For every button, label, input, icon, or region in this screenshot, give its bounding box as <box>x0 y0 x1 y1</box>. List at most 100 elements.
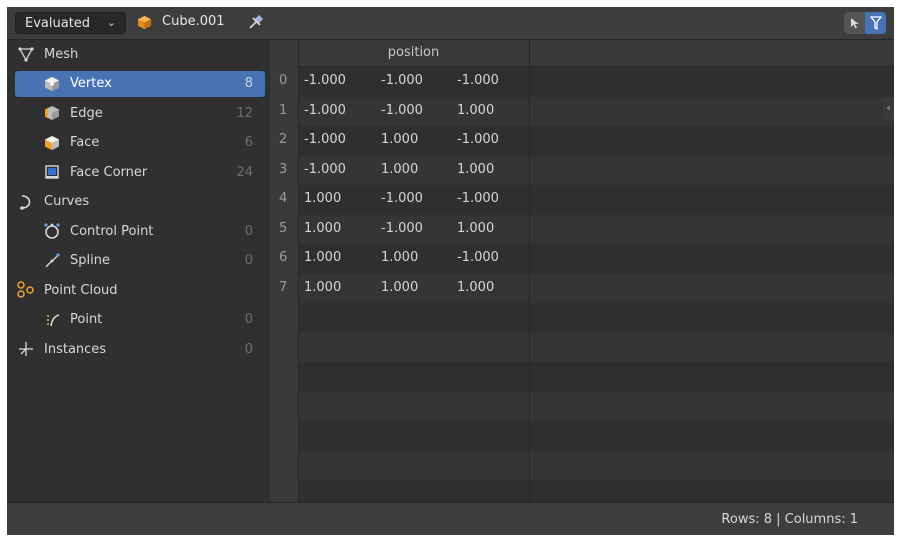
sidebar-item-count: 6 <box>244 135 253 150</box>
table-cell: 1.000 <box>304 250 342 265</box>
sidebar-item-count: 0 <box>244 341 253 357</box>
sidebar-item-face[interactable]: Face 6 <box>15 130 265 156</box>
row-index: 3 <box>279 161 288 177</box>
edge-icon <box>43 104 61 122</box>
sidebar-item-label: Point Cloud <box>44 282 118 298</box>
table-cell: -1.000 <box>304 73 346 88</box>
sidebar-collapse-tab[interactable]: ‹ <box>883 98 894 120</box>
table-cell: 1.000 <box>381 161 419 177</box>
filter-toggle[interactable] <box>865 12 886 34</box>
editor-header: Evaluated ⌄ Cube.001 <box>7 7 894 40</box>
table-row <box>298 362 894 392</box>
sidebar-item-label: Instances <box>44 341 107 357</box>
table-cell: -1.000 <box>304 132 346 147</box>
control-point-icon <box>43 222 61 240</box>
sidebar-item-control-point[interactable]: Control Point 0 <box>15 218 265 244</box>
sidebar-item-label: Edge <box>70 105 103 121</box>
table-cell: -1.000 <box>457 73 499 88</box>
sidebar-item-face-corner[interactable]: Face Corner 24 <box>15 159 265 185</box>
table-cell: 1.000 <box>381 250 419 265</box>
sidebar-item-label: Spline <box>70 253 110 268</box>
sidebar-item-curves[interactable]: Curves <box>11 189 265 215</box>
sidebar-item-count: 8 <box>244 76 253 91</box>
table-cell: -1.000 <box>381 73 423 88</box>
table-cell: -1.000 <box>304 102 346 118</box>
column-divider <box>529 40 530 502</box>
dataset-sidebar: Mesh Vertex 8 Edge 12 Face 6 Face Corner 24 Curve… <box>7 40 269 502</box>
chevron-down-icon: ⌄ <box>106 16 116 29</box>
table-cell: 1.000 <box>457 220 495 236</box>
row-index: 5 <box>279 220 288 236</box>
table-cell: 1.000 <box>457 279 495 295</box>
column-header-position[interactable]: position <box>298 45 529 60</box>
evaluation-mode-dropdown[interactable]: Evaluated ⌄ <box>15 12 126 34</box>
table-row <box>298 421 894 451</box>
table-row <box>298 391 894 421</box>
sidebar-item-point-cloud[interactable]: Point Cloud <box>11 277 265 303</box>
sidebar-item-label: Vertex <box>70 76 112 91</box>
row-index: 6 <box>279 250 288 265</box>
table-cell: -1.000 <box>381 220 423 236</box>
row-index: 0 <box>279 73 288 88</box>
table-cell: -1.000 <box>381 191 423 206</box>
row-index: 7 <box>279 279 288 295</box>
rows-columns-status: Rows: 8 | Columns: 1 <box>721 512 858 527</box>
cube-object-icon <box>137 15 152 30</box>
spreadsheet-table: position 0 -1.000 -1.000 -1.000 1 -1.000 -1.00… <box>270 40 894 510</box>
sidebar-item-label: Face <box>70 135 100 150</box>
face-icon <box>43 134 61 152</box>
funnel-filter-icon <box>869 16 882 30</box>
sidebar-item-vertex[interactable]: Vertex 8 <box>15 70 265 97</box>
table-cell: 1.000 <box>381 279 419 295</box>
column-header-row: position <box>298 40 894 67</box>
sidebar-item-count: 12 <box>236 105 253 121</box>
table-cell: 1.000 <box>457 161 495 177</box>
cursor-icon <box>850 18 858 29</box>
sidebar-item-instances[interactable]: Instances 0 <box>11 336 265 362</box>
mesh-icon <box>17 45 35 63</box>
table-cell: -1.000 <box>457 250 499 265</box>
row-index: 1 <box>279 102 288 118</box>
pin-icon[interactable] <box>247 13 265 31</box>
table-cell: 1.000 <box>304 220 342 236</box>
header-toggle-group <box>844 12 886 34</box>
table-cell: 1.000 <box>457 102 495 118</box>
sidebar-item-point[interactable]: Point 0 <box>15 307 265 333</box>
table-row <box>298 303 894 333</box>
row-index: 4 <box>279 191 288 206</box>
sidebar-item-count: 24 <box>236 164 253 180</box>
sidebar-item-label: Control Point <box>70 223 154 239</box>
table-cell: 1.000 <box>304 279 342 295</box>
selected-only-toggle[interactable] <box>844 12 865 34</box>
sidebar-item-label: Curves <box>44 194 90 209</box>
index-divider <box>298 40 299 502</box>
row-index: 2 <box>279 132 288 147</box>
evaluation-mode-label: Evaluated <box>25 15 91 31</box>
table-cell: 1.000 <box>381 132 419 147</box>
table-cell: -1.000 <box>457 132 499 147</box>
sidebar-item-spline[interactable]: Spline 0 <box>15 248 265 274</box>
point-icon <box>43 311 61 329</box>
sidebar-item-count: 0 <box>244 223 253 239</box>
sidebar-item-count: 0 <box>244 312 253 327</box>
object-name: Cube.001 <box>162 14 225 29</box>
table-cell: -1.000 <box>457 191 499 206</box>
instances-icon <box>17 340 35 358</box>
sidebar-item-mesh[interactable]: Mesh <box>11 41 265 67</box>
spline-icon <box>43 252 61 270</box>
face-corner-icon <box>43 163 61 181</box>
table-cell: -1.000 <box>381 102 423 118</box>
status-bar: Rows: 8 | Columns: 1 <box>7 502 894 535</box>
table-cell: -1.000 <box>304 161 346 177</box>
spreadsheet-editor: Evaluated ⌄ Cube.001 Mesh Vertex 8 Edge … <box>7 7 894 535</box>
sidebar-item-edge[interactable]: Edge 12 <box>15 100 265 126</box>
sidebar-item-count: 0 <box>244 253 253 268</box>
table-row <box>298 332 894 362</box>
sidebar-item-label: Face Corner <box>70 164 148 180</box>
sidebar-item-label: Point <box>70 312 103 327</box>
sidebar-item-label: Mesh <box>44 46 79 62</box>
point-cloud-icon <box>17 281 35 299</box>
curves-icon <box>17 193 35 211</box>
table-cell: 1.000 <box>304 191 342 206</box>
table-row <box>298 450 894 480</box>
